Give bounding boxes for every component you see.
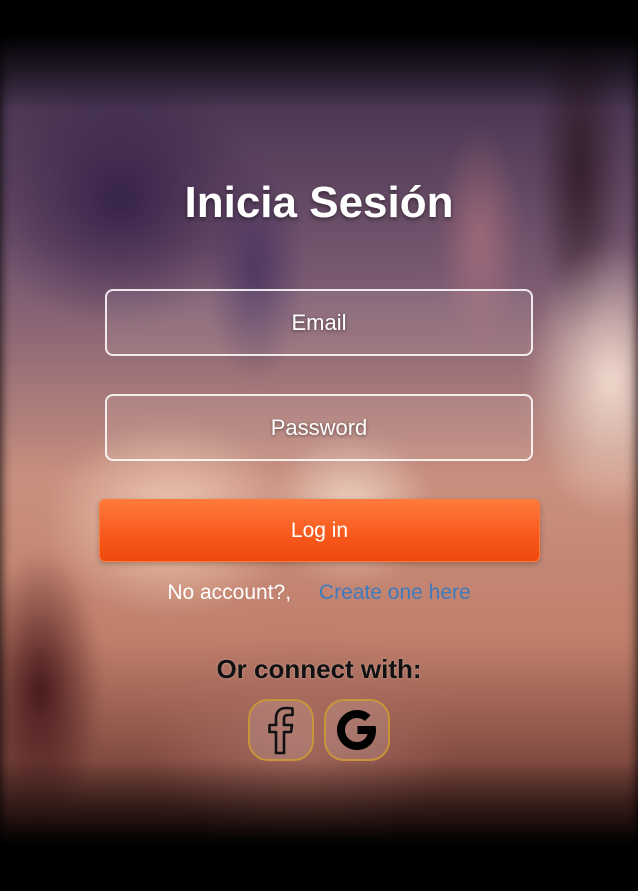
signup-row: No account?, Create one here	[0, 581, 638, 605]
facebook-icon	[268, 706, 294, 755]
create-account-link[interactable]: Create one here	[319, 581, 471, 604]
social-buttons	[0, 699, 638, 761]
login-page: Inicia Sesión Log in No account?, Create…	[0, 0, 638, 891]
google-login-button[interactable]	[324, 699, 390, 761]
login-button[interactable]: Log in	[99, 499, 540, 562]
password-field[interactable]	[105, 394, 533, 461]
social-connect-title: Or connect with:	[216, 654, 422, 684]
email-field[interactable]	[105, 289, 533, 356]
facebook-login-button[interactable]	[248, 699, 314, 761]
page-title: Inicia Sesión	[184, 178, 454, 227]
google-icon	[337, 710, 376, 750]
no-account-text: No account?,	[167, 581, 292, 604]
